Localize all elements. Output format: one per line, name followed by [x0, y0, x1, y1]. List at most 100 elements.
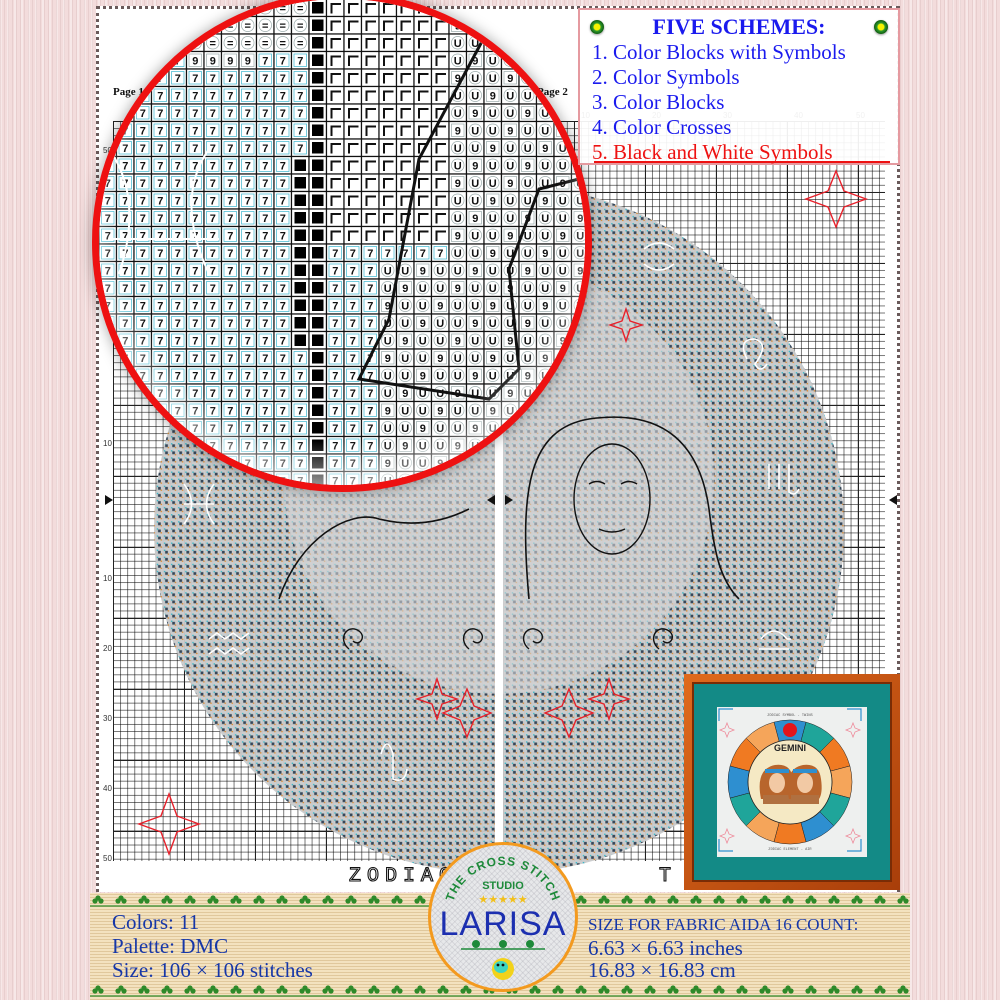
stitch-cell: 7	[133, 0, 153, 18]
stitch-cell: 7	[343, 260, 363, 280]
svg-text:7: 7	[332, 318, 338, 330]
svg-text:7: 7	[280, 108, 286, 120]
stitch-cell	[325, 190, 345, 210]
svg-text:7: 7	[140, 300, 146, 312]
stitch-cell: 7	[290, 138, 310, 158]
stitch-cell: U	[570, 348, 585, 368]
stitch-cell	[360, 15, 380, 35]
svg-text:U: U	[559, 370, 567, 382]
stitch-cell: 9	[448, 173, 468, 193]
svg-text:U: U	[401, 265, 409, 277]
stitch-cell	[378, 0, 398, 18]
stitch-cell: U	[465, 453, 485, 473]
svg-text:7: 7	[175, 353, 181, 365]
stitch-cell	[343, 173, 363, 193]
stitch-cell: 7	[273, 208, 293, 228]
stitch-cell: U	[413, 278, 433, 298]
stitch-cell: 7	[99, 85, 118, 105]
stitch-cell: U	[553, 208, 573, 228]
svg-text:7: 7	[350, 353, 356, 365]
svg-text:U: U	[524, 283, 532, 295]
svg-text:U: U	[471, 20, 479, 32]
star-mark	[803, 169, 869, 229]
svg-text:7: 7	[140, 440, 146, 452]
stitch-cell: 7	[220, 103, 240, 123]
svg-text:9: 9	[577, 475, 583, 485]
svg-text:7: 7	[437, 248, 443, 260]
stitch-cell: 9	[535, 453, 555, 473]
stitch-cell: 7	[133, 68, 153, 88]
svg-text:7: 7	[157, 3, 163, 15]
schemes-panel: FIVE SCHEMES: 1. Color Blocks with Symbo…	[578, 8, 900, 165]
stitch-cell: U	[535, 313, 555, 333]
svg-text:7: 7	[280, 213, 286, 225]
stitch-cell: 7	[325, 243, 345, 263]
stitch-cell	[308, 453, 328, 473]
stitch-cell: U	[483, 0, 503, 18]
stitch-cell: U	[500, 85, 520, 105]
svg-text:U: U	[454, 458, 462, 470]
svg-text:7: 7	[367, 265, 373, 277]
svg-text:7: 7	[227, 388, 233, 400]
svg-text:U: U	[524, 90, 532, 102]
stitch-cell: 7	[115, 418, 135, 438]
svg-text:7: 7	[367, 475, 373, 485]
svg-text:9: 9	[577, 265, 583, 277]
vine-leaf-icon	[414, 985, 426, 994]
svg-text:7: 7	[262, 73, 268, 85]
svg-text:7: 7	[140, 475, 146, 485]
stitch-cell	[290, 173, 310, 193]
stitch-cell: 9	[430, 400, 450, 420]
stitch-cell: U	[448, 138, 468, 158]
svg-text:U: U	[489, 318, 497, 330]
svg-text:7: 7	[245, 370, 251, 382]
stitch-cell: 7	[133, 295, 153, 315]
stitch-cell: 7	[99, 173, 118, 193]
stitch-cell: U	[465, 120, 485, 140]
svg-text:7: 7	[227, 160, 233, 172]
svg-text:7: 7	[140, 160, 146, 172]
svg-text:7: 7	[297, 353, 303, 365]
svg-text:7: 7	[367, 318, 373, 330]
svg-text:U: U	[384, 475, 392, 485]
svg-text:9: 9	[472, 265, 478, 277]
stitch-cell: U	[570, 173, 585, 193]
stitch-cell: 7	[203, 365, 223, 385]
stitch-cell: =	[255, 33, 275, 53]
svg-text:U: U	[559, 265, 567, 277]
svg-text:7: 7	[210, 213, 216, 225]
stitch-cell: U	[465, 85, 485, 105]
stitch-cell: U	[570, 435, 585, 455]
stitch-cell: 9	[570, 208, 585, 228]
svg-text:9: 9	[385, 353, 391, 365]
stitch-cell: 7	[150, 435, 170, 455]
svg-text:7: 7	[297, 475, 303, 485]
stitch-cell: 9	[465, 313, 485, 333]
svg-text:7: 7	[122, 318, 128, 330]
stitch-cell: 7	[150, 295, 170, 315]
scheme-item-3: 3. Color Blocks	[592, 90, 725, 114]
svg-text:7: 7	[262, 353, 268, 365]
svg-text:7: 7	[105, 248, 111, 260]
preview-title: GEMINI	[774, 743, 806, 753]
stitch-cell: U	[395, 418, 415, 438]
stitch-cell: 9	[465, 208, 485, 228]
stitch-cell: U	[448, 418, 468, 438]
svg-text:9: 9	[402, 283, 408, 295]
stitch-cell: 9	[448, 120, 468, 140]
svg-text:9: 9	[490, 405, 496, 417]
stitch-cell: 7	[343, 453, 363, 473]
svg-text:7: 7	[175, 440, 181, 452]
stitch-cell: 7	[150, 155, 170, 175]
svg-text:7: 7	[140, 248, 146, 260]
stitch-cell	[413, 68, 433, 88]
stitch-cell	[395, 120, 415, 140]
svg-text:7: 7	[350, 318, 356, 330]
svg-text:7: 7	[105, 335, 111, 347]
svg-text:=: =	[280, 20, 286, 32]
stitch-cell: 7	[185, 278, 205, 298]
svg-text:7: 7	[332, 405, 338, 417]
svg-text:U: U	[559, 353, 567, 365]
svg-text:9: 9	[507, 125, 513, 137]
stitch-cell: 9	[465, 260, 485, 280]
